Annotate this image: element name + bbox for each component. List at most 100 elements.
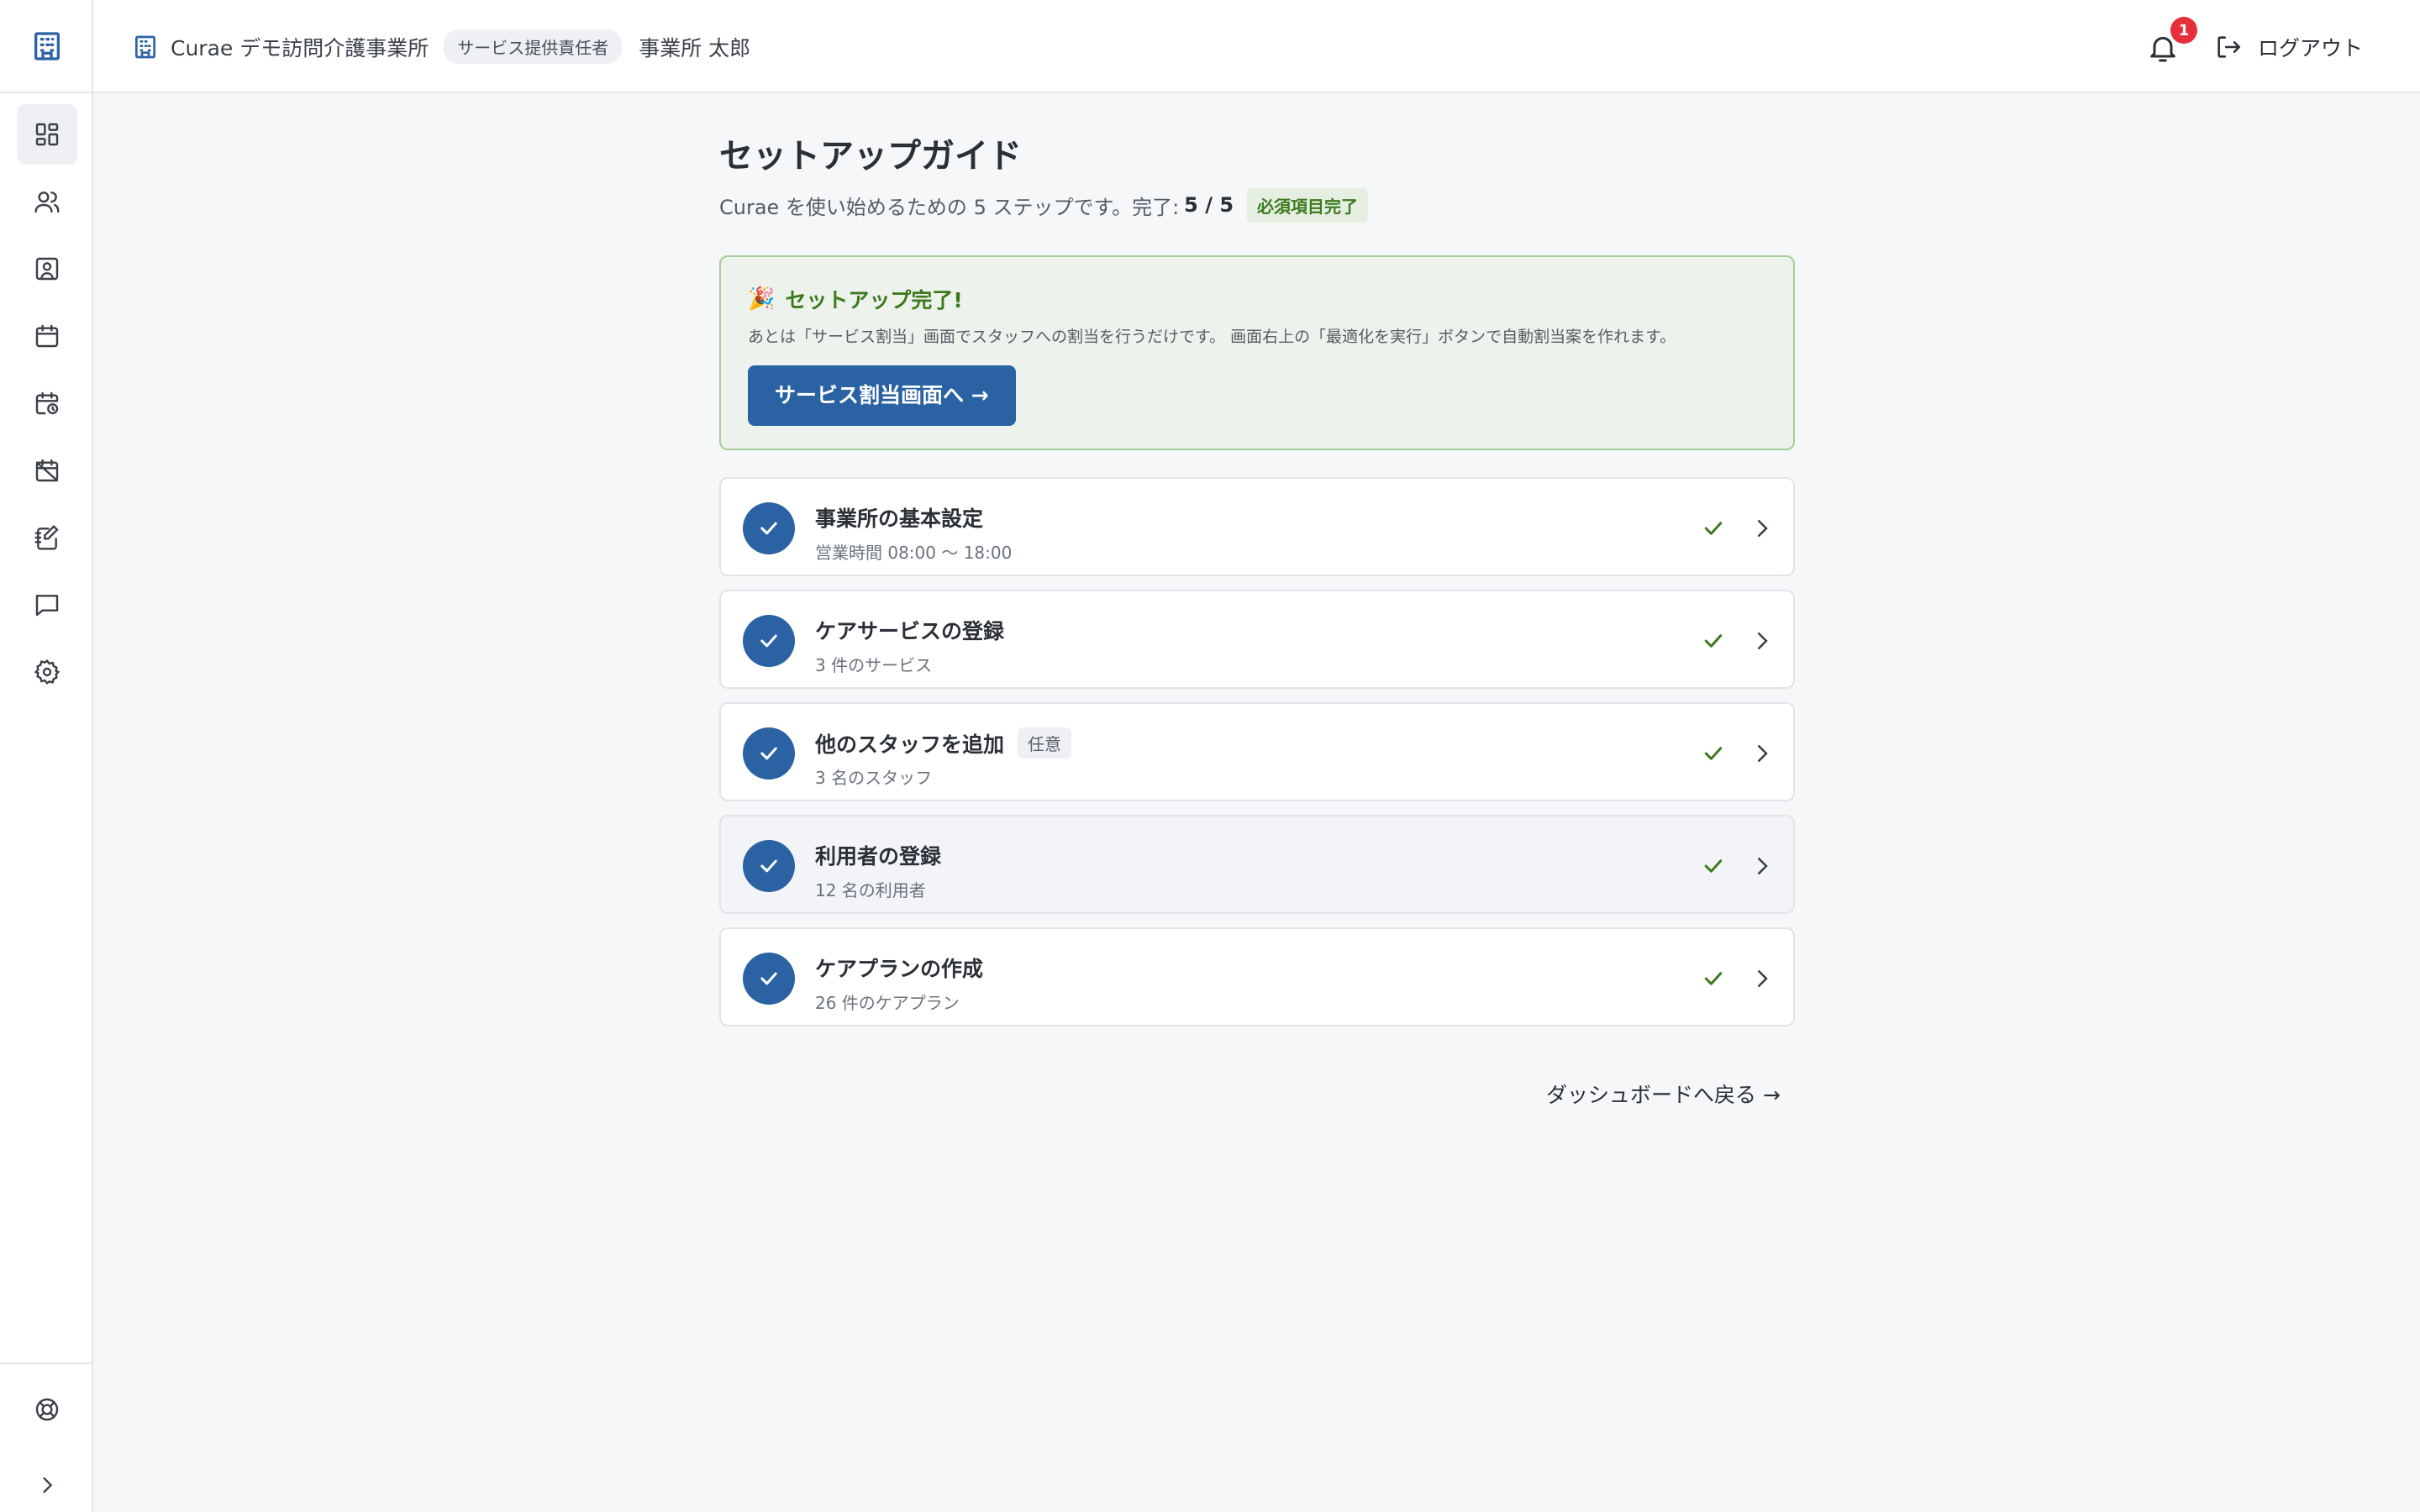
step-register-clients[interactable]: 利用者の登録 12 名の利用者	[719, 815, 1795, 914]
step-list: 事業所の基本設定 営業時間 08:00 〜 18:00 ケアサービスの登録 3 …	[719, 477, 1795, 1026]
help-lifebuoy-icon	[35, 1398, 59, 1421]
step-complete-indicator	[743, 502, 795, 554]
step-add-staff[interactable]: 他のスタッフを追加 任意 3 名のスタッフ	[719, 702, 1795, 801]
step-title-text: ケアサービスの登録	[815, 619, 1005, 643]
banner-title: 🎉 セットアップ完了!	[748, 284, 1766, 314]
calendar-off-icon	[35, 459, 59, 482]
subtitle-row: Curae を使い始めるための 5 ステップです。完了: 5 / 5 必須項目完…	[719, 187, 1795, 223]
required-done-badge: 必須項目完了	[1247, 187, 1369, 223]
notification-count-badge: 1	[2170, 17, 2197, 44]
check-icon	[760, 747, 777, 760]
user-name: 事業所 太郎	[639, 35, 751, 60]
banner-text: あとは「サービス割当」画面でスタッフへの割当を行うだけです。 画面右上の「最適化…	[748, 328, 1676, 346]
logout-button[interactable]: ログアウト	[2214, 0, 2363, 93]
step-detail: 3 名のスタッフ	[815, 768, 933, 788]
role-badge: サービス提供責任者	[444, 29, 623, 64]
sidebar-item-clients[interactable]	[17, 239, 77, 299]
app-logo[interactable]	[0, 0, 93, 93]
page-title: セットアップガイド	[719, 137, 1022, 176]
sidebar-item-calendar[interactable]	[17, 306, 77, 366]
sidebar-item-records[interactable]	[17, 507, 77, 568]
step-title: 事業所の基本設定	[815, 502, 983, 533]
check-icon	[760, 972, 777, 985]
check-icon	[760, 859, 777, 873]
check-icon	[1704, 634, 1723, 648]
check-icon	[1704, 859, 1723, 873]
sidebar-item-schedule[interactable]	[17, 373, 77, 433]
step-title-text: 他のスタッフを追加	[815, 732, 1005, 757]
check-icon	[760, 522, 777, 535]
dashboard-icon	[35, 123, 59, 146]
step-done-check	[1701, 966, 1726, 991]
sidebar-item-staff[interactable]	[17, 171, 77, 232]
step-chevron	[1749, 853, 1775, 879]
users-icon	[34, 192, 60, 213]
go-to-assignment-button[interactable]: サービス割当画面へ →	[748, 365, 1016, 426]
sidebar-item-settings[interactable]	[17, 642, 77, 702]
settings-icon	[34, 659, 60, 685]
step-care-plans[interactable]: ケアプランの作成 26 件のケアプラン	[719, 927, 1795, 1026]
chevron-right-icon	[1758, 633, 1768, 649]
banner-title-text: セットアップ完了!	[785, 288, 963, 312]
chevron-right-icon	[1758, 970, 1768, 987]
chevron-right-icon	[1758, 858, 1768, 874]
logout-icon	[2217, 35, 2241, 58]
help-button[interactable]	[17, 1379, 77, 1440]
step-title: 利用者の登録	[815, 840, 941, 870]
step-done-check	[1701, 853, 1726, 879]
step-title-text: ケアプランの作成	[815, 957, 984, 981]
top-header: Curae デモ訪問介護事業所 サービス提供責任者 事業所 太郎 1 ログアウト	[93, 0, 2420, 93]
step-title: ケアサービスの登録	[815, 615, 1004, 645]
step-complete-indicator	[743, 615, 795, 667]
step-complete-indicator	[743, 727, 795, 780]
step-title-text: 利用者の登録	[815, 844, 942, 869]
org-info: Curae デモ訪問介護事業所 サービス提供責任者 事業所 太郎	[132, 0, 750, 93]
contact-card-icon	[35, 257, 59, 281]
step-chevron	[1749, 628, 1775, 654]
logout-label: ログアウト	[2258, 35, 2364, 60]
chevron-right-icon	[1758, 520, 1768, 537]
check-icon	[760, 634, 777, 648]
sidebar-item-messages[interactable]	[17, 575, 77, 635]
step-done-check	[1701, 741, 1726, 766]
step-care-services[interactable]: ケアサービスの登録 3 件のサービス	[719, 590, 1795, 689]
step-title-text: 事業所の基本設定	[815, 507, 984, 531]
step-detail: 12 名の利用者	[815, 880, 926, 900]
check-icon	[1704, 972, 1723, 985]
building-icon	[135, 35, 155, 58]
step-chevron	[1749, 966, 1775, 991]
step-office-settings[interactable]: 事業所の基本設定 営業時間 08:00 〜 18:00	[719, 477, 1795, 576]
step-complete-indicator	[743, 953, 795, 1005]
back-to-dashboard-link[interactable]: ダッシュボードへ戻る →	[1546, 1079, 1781, 1109]
step-title: 他のスタッフを追加 任意	[815, 727, 1072, 759]
optional-badge: 任意	[1018, 727, 1072, 759]
progress-count: 5 / 5	[1184, 193, 1234, 217]
step-title: ケアプランの作成	[815, 953, 983, 983]
setup-guide: セットアップガイド Curae を使い始めるための 5 ステップです。完了: 5…	[719, 133, 1795, 1040]
subtitle: Curae を使い始めるための 5 ステップです。完了:	[719, 195, 1180, 219]
org-name: Curae デモ訪問介護事業所	[171, 35, 429, 60]
calendar-icon	[35, 324, 59, 348]
step-done-check	[1701, 628, 1726, 654]
calendar-clock-icon	[35, 391, 59, 415]
step-detail: 3 件のサービス	[815, 655, 933, 675]
step-done-check	[1701, 516, 1726, 541]
sidebar	[0, 0, 93, 1512]
party-popper-icon: 🎉	[748, 286, 776, 312]
sidebar-item-absence[interactable]	[17, 440, 77, 501]
sidebar-nav	[0, 104, 93, 709]
building-icon	[34, 31, 60, 60]
expand-sidebar-button[interactable]	[17, 1455, 77, 1512]
check-icon	[1704, 522, 1723, 535]
sidebar-footer	[0, 1362, 93, 1512]
step-chevron	[1749, 741, 1775, 766]
chevron-right-icon	[43, 1477, 53, 1494]
check-icon	[1704, 747, 1723, 760]
setup-complete-banner: 🎉 セットアップ完了! あとは「サービス割当」画面でスタッフへの割当を行うだけで…	[719, 255, 1795, 450]
chat-icon	[35, 595, 59, 617]
step-chevron	[1749, 516, 1775, 541]
step-detail: 営業時間 08:00 〜 18:00	[815, 543, 1013, 563]
chevron-right-icon	[1758, 745, 1768, 762]
sidebar-item-dashboard[interactable]	[17, 104, 77, 165]
step-detail: 26 件のケアプラン	[815, 993, 960, 1013]
